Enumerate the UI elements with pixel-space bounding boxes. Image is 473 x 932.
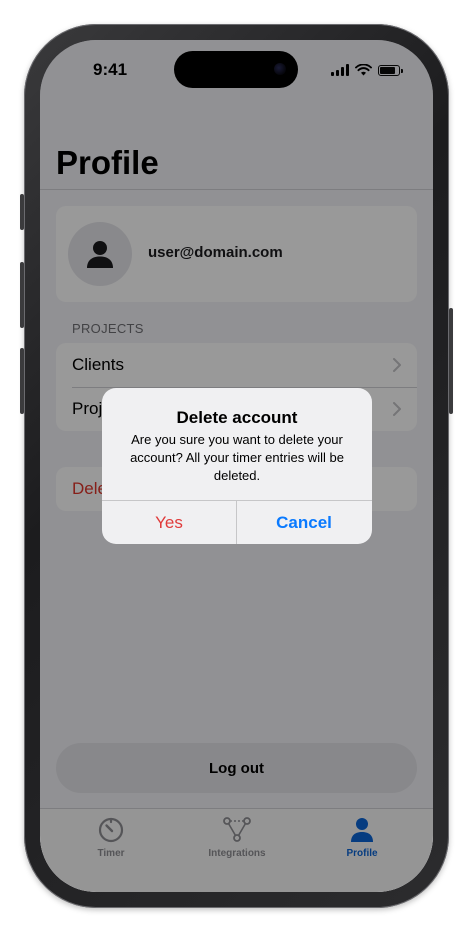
alert-yes-button[interactable]: Yes: [102, 501, 236, 544]
phone-frame: 9:41 Profile user@domain.com PROJECTS Cl…: [20, 24, 453, 908]
power-button: [449, 308, 453, 414]
screen: 9:41 Profile user@domain.com PROJECTS Cl…: [40, 40, 433, 892]
volume-up-button: [20, 262, 24, 328]
action-button: [20, 194, 24, 230]
alert-message: Are you sure you want to delete your acc…: [130, 432, 344, 483]
volume-down-button: [20, 348, 24, 414]
delete-account-alert: Delete account Are you sure you want to …: [102, 388, 372, 544]
alert-cancel-button[interactable]: Cancel: [237, 501, 371, 544]
alert-title: Delete account: [176, 408, 298, 427]
